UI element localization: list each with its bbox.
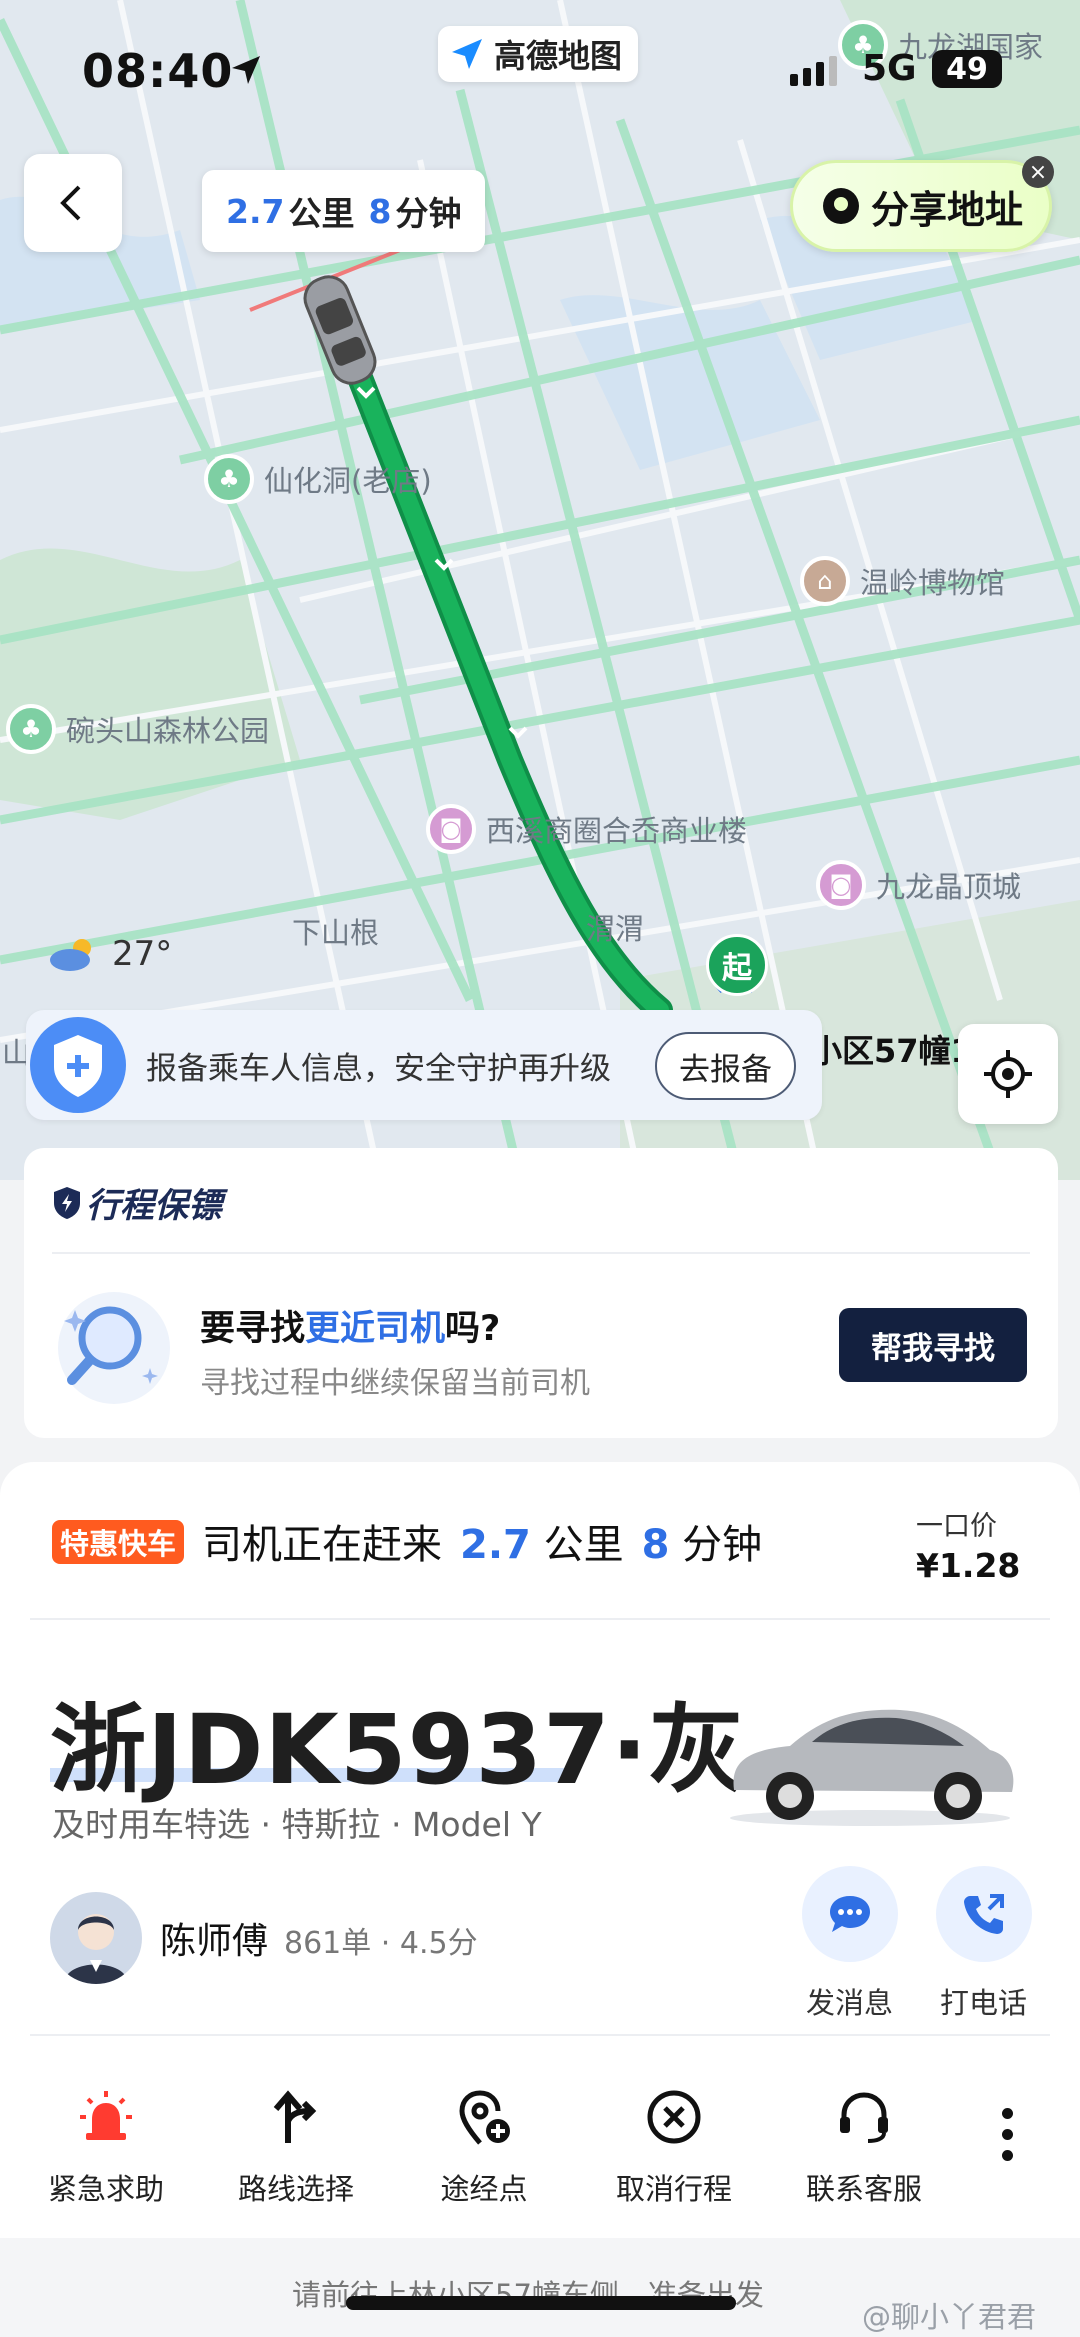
message-label: 发消息 xyxy=(806,1986,894,2020)
action-route[interactable]: 路线选择 xyxy=(216,2084,376,2208)
park-icon: ♣ xyxy=(6,704,56,754)
more-options-icon[interactable] xyxy=(992,2108,1022,2161)
amap-badge: 高德地图 xyxy=(438,26,639,82)
find-driver-button[interactable]: 帮我寻找 xyxy=(839,1308,1027,1382)
price-value[interactable]: ¥1.28 xyxy=(916,1546,1020,1585)
poi-wenling-museum[interactable]: ⌂ 温岭博物馆 xyxy=(800,556,1005,606)
poi-wantou-park[interactable]: ♣ 碗头山森林公园 xyxy=(6,704,269,754)
headset-icon xyxy=(840,2092,888,2143)
shopping-bag-icon: ◙ xyxy=(426,804,476,854)
destination-label: 小区57幢1 xyxy=(810,1032,973,1070)
poi-xianhuadong[interactable]: ♣ 仙化洞(老店) xyxy=(204,454,432,504)
report-banner[interactable]: 报备乘车人信息，安全守护再升级 去报备 xyxy=(26,1010,822,1120)
shield-bolt-icon xyxy=(54,1186,80,1219)
poi-jiulongjing[interactable]: ◙ 九龙晶顶城 xyxy=(816,860,1021,910)
action-waypoint[interactable]: 途经点 xyxy=(404,2084,564,2208)
status-time: 08:40 xyxy=(82,44,234,98)
map-label-xiashangen: 下山根 xyxy=(292,916,380,950)
shield-icon xyxy=(26,1013,130,1117)
service-tag: 特惠快车 xyxy=(52,1520,185,1564)
chevron-left-icon xyxy=(60,185,81,221)
back-button[interactable] xyxy=(24,154,122,252)
alarm-icon xyxy=(80,2091,132,2140)
weather-widget: 27° xyxy=(48,934,172,974)
poi-xixi-mall[interactable]: ◙ 西溪商圈合岙商业楼 xyxy=(426,804,747,854)
divider xyxy=(52,1252,1030,1254)
report-button[interactable]: 去报备 xyxy=(655,1032,796,1100)
watermark: @聊小丫君君 xyxy=(862,2300,1037,2334)
cloudy-sun-icon xyxy=(50,939,91,971)
divider xyxy=(30,2034,1050,2036)
locate-button[interactable] xyxy=(958,1024,1058,1124)
trip-status: 司机正在赶来 2.7 公里 8 分钟 xyxy=(202,1522,763,1568)
eta-bubble: 2.7 公里 8 分钟 xyxy=(202,170,486,252)
guard-subtitle: 寻找过程中继续保留当前司机 xyxy=(200,1366,590,1401)
message-button[interactable] xyxy=(802,1866,898,1962)
call-label: 打电话 xyxy=(940,1986,1028,2020)
route-icon xyxy=(273,2090,317,2143)
park-icon: ♣ xyxy=(204,454,254,504)
crosshair-icon xyxy=(984,1050,1032,1098)
museum-icon: ⌂ xyxy=(800,556,850,606)
waypoint-icon xyxy=(459,2090,510,2145)
chat-bubble-icon xyxy=(830,1896,870,1932)
network-type: 5G xyxy=(862,48,917,89)
avatar-icon xyxy=(64,1914,128,1984)
car-image xyxy=(730,1709,1014,1826)
signal-icon xyxy=(790,56,837,86)
home-indicator[interactable] xyxy=(346,2296,736,2310)
cancel-icon xyxy=(647,2090,701,2144)
license-plate: 浙JDK5937·灰 xyxy=(50,1694,746,1806)
guard-question: 要寻找更近司机吗? xyxy=(200,1309,501,1349)
action-emergency[interactable]: 紧急求助 xyxy=(26,2084,186,2208)
phone-icon xyxy=(964,1894,1004,1934)
trip-guard-title: 行程保镖 xyxy=(52,1178,222,1227)
share-pin-icon xyxy=(822,188,859,224)
amap-logo-icon xyxy=(452,39,482,69)
trip-guard-card: 行程保镖 要寻找更近司机吗? 寻找过程中继续保留当前司机 帮我寻找 xyxy=(24,1148,1058,1438)
magnifier-icon xyxy=(58,1292,170,1404)
battery-indicator: 49 xyxy=(932,50,1002,88)
shopping-bag-icon: ◙ xyxy=(816,860,866,910)
divider xyxy=(30,1618,1050,1620)
driver-name: 陈师傅 xyxy=(160,1921,269,1962)
action-customer-service[interactable]: 联系客服 xyxy=(784,2084,944,2208)
map-view[interactable]: ♣ 九龙湖国家 ♣ 仙化洞(老店) ⌂ 温岭博物馆 ♣ 碗头山森林公园 ◙ 西溪… xyxy=(0,0,1080,1180)
map-label-weiwei: 渭渭 xyxy=(586,912,645,946)
call-button[interactable] xyxy=(936,1866,1032,1962)
action-cancel-trip[interactable]: 取消行程 xyxy=(594,2084,754,2208)
close-icon[interactable]: × xyxy=(1022,156,1054,188)
trip-card: 特惠快车 司机正在赶来 2.7 公里 8 分钟 一口价 ¥1.28 浙JDK59… xyxy=(0,1462,1080,2337)
location-arrow-icon xyxy=(232,56,260,84)
share-address-button[interactable]: 分享地址 xyxy=(790,160,1052,252)
start-marker[interactable]: 起 xyxy=(706,934,768,996)
car-model: 及时用车特选 · 特斯拉 · Model Y xyxy=(52,1805,542,1844)
price-label: 一口价 xyxy=(916,1511,997,1542)
driver-stats: 861单 · 4.5分 xyxy=(284,1926,478,1961)
driver-avatar[interactable] xyxy=(50,1892,142,1984)
